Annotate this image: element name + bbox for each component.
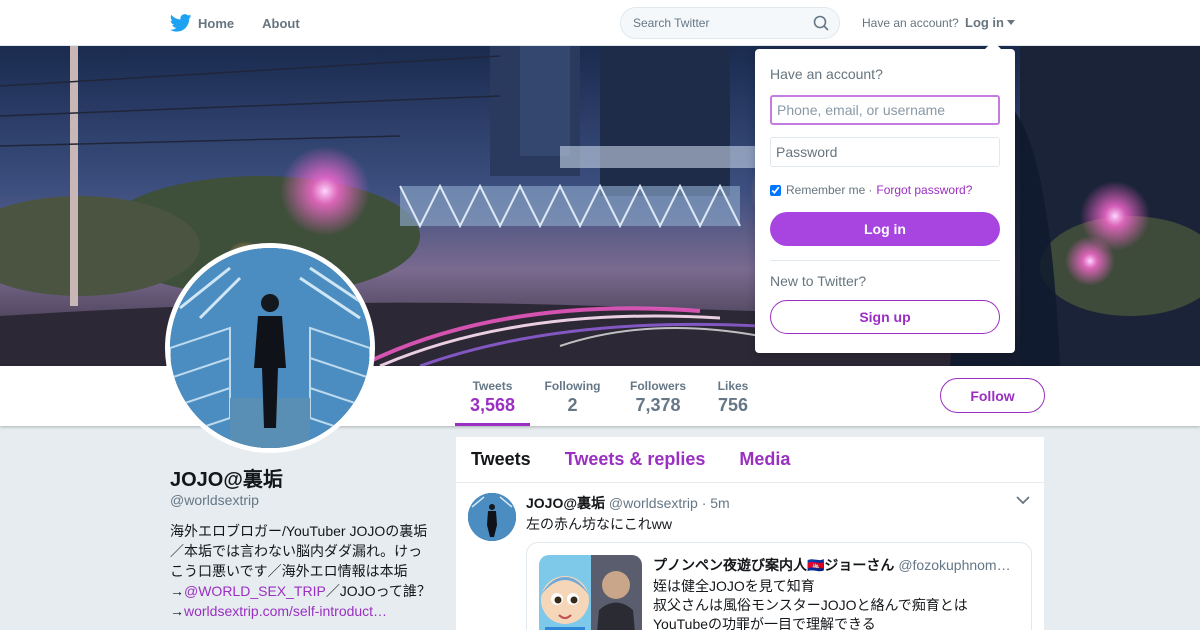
stat-followers[interactable]: Followers 7,378 [625,366,691,426]
forgot-password-link[interactable]: Forgot password? [876,183,972,197]
signup-button[interactable]: Sign up [770,300,1000,334]
quoted-author-name[interactable]: プノンペン夜遊び案内人🇰🇭ジョーさん [653,557,894,573]
tab-tweets-replies[interactable]: Tweets & replies [565,449,706,470]
remember-me-checkbox[interactable] [770,184,781,196]
tweet-header: JOJO@裏垢 @worldsextrip · 5m [526,493,730,513]
password-field[interactable] [770,137,1000,167]
search-box[interactable] [620,7,840,39]
quoted-text-line-2: 叔父さんは風俗モンスターJOJOと絡んで痴育とは [653,597,968,613]
top-navigation-bar: Home About Have an account? Log in [0,0,1200,46]
stat-followers-value: 7,378 [635,395,681,415]
timeline: Tweets Tweets & replies Media JOJO@裏垢 @w… [456,437,1044,630]
bio-mention-link[interactable]: @WORLD_SEX_TRIP [184,583,326,599]
stat-following[interactable]: Following 2 [540,366,605,426]
quoted-media-image [539,555,642,630]
tab-tweets[interactable]: Tweets [471,449,531,470]
tweet-text: 左の赤ん坊なにこれww [526,516,672,532]
tab-media[interactable]: Media [739,449,790,470]
separator-dot: · [868,183,873,197]
profile-name: JOJO@裏垢 [170,469,283,491]
stat-followers-label: Followers [629,379,686,393]
stat-following-value: 2 [567,395,578,415]
tweet-author-handle[interactable]: @worldsextrip [609,495,698,511]
nav-left: Home About [170,0,328,46]
new-to-twitter-text: New to Twitter? [770,273,867,289]
twitter-bird-icon [170,14,192,32]
stat-likes-value: 756 [717,395,749,415]
login-dropdown-title: Have an account? [770,66,883,82]
stat-tweets[interactable]: Tweets 3,568 [455,366,530,426]
remember-me-label[interactable]: Remember me [786,183,865,197]
stat-tweets-label: Tweets [472,379,513,393]
login-button[interactable]: Log in [770,212,1000,246]
stat-following-label: Following [544,379,601,393]
stat-tweets-value: 3,568 [469,395,516,415]
about-nav-link[interactable]: About [262,16,300,31]
home-nav-link[interactable]: Home [170,14,234,32]
login-dropdown: Have an account? Remember me · Forgot pa… [755,41,1015,353]
tweet-timestamp[interactable]: · 5m [702,495,730,511]
login-dropdown-toggle[interactable]: Log in [965,15,1015,30]
quoted-text-line-1: 姪は健全JOJOを見て知育 [653,578,815,594]
tweet-author-name[interactable]: JOJO@裏垢 [526,495,605,511]
tweet-avatar-image [468,493,516,541]
quoted-tweet-media[interactable] [539,555,642,630]
username-field[interactable] [770,95,1000,125]
tweet-item[interactable]: JOJO@裏垢 @worldsextrip · 5m 左の赤ん坊なにこれww プ… [456,483,1044,630]
login-label: Log in [965,15,1004,30]
chevron-down-icon[interactable] [1016,495,1030,505]
profile-bio: 海外エロブロガー/YouTuber JOJOの裏垢／本垢では言わない脳内ダダ漏れ… [170,521,432,621]
bio-url-link[interactable]: worldsextrip.com/self-introduct… [184,603,387,619]
follow-button[interactable]: Follow [940,378,1045,413]
avatar-image [170,248,370,448]
quoted-author-handle[interactable]: @fozokuphnom… [898,557,1010,573]
search-icon[interactable] [813,15,829,31]
remember-row: Remember me · Forgot password? [770,183,972,197]
quoted-text-line-3: YouTubeの功罪が一目で理解できる [653,616,876,630]
stat-likes-label: Likes [717,379,749,393]
have-account-text: Have an account? [862,16,959,30]
profile-avatar[interactable] [165,243,375,453]
profile-handle: @worldsextrip [170,492,259,508]
stat-likes[interactable]: Likes 756 [710,366,756,426]
quoted-tweet-header: プノンペン夜遊び案内人🇰🇭ジョーさん @fozokuphnom… [653,555,1017,575]
search-input[interactable] [621,8,801,38]
home-label: Home [198,15,235,31]
timeline-tabs: Tweets Tweets & replies Media [456,437,1044,483]
tweet-avatar[interactable] [468,493,516,541]
quoted-tweet[interactable]: プノンペン夜遊び案内人🇰🇭ジョーさん @fozokuphnom… 姪は健全JOJ… [526,542,1032,630]
caret-down-icon [1007,20,1015,25]
divider [770,260,1000,261]
